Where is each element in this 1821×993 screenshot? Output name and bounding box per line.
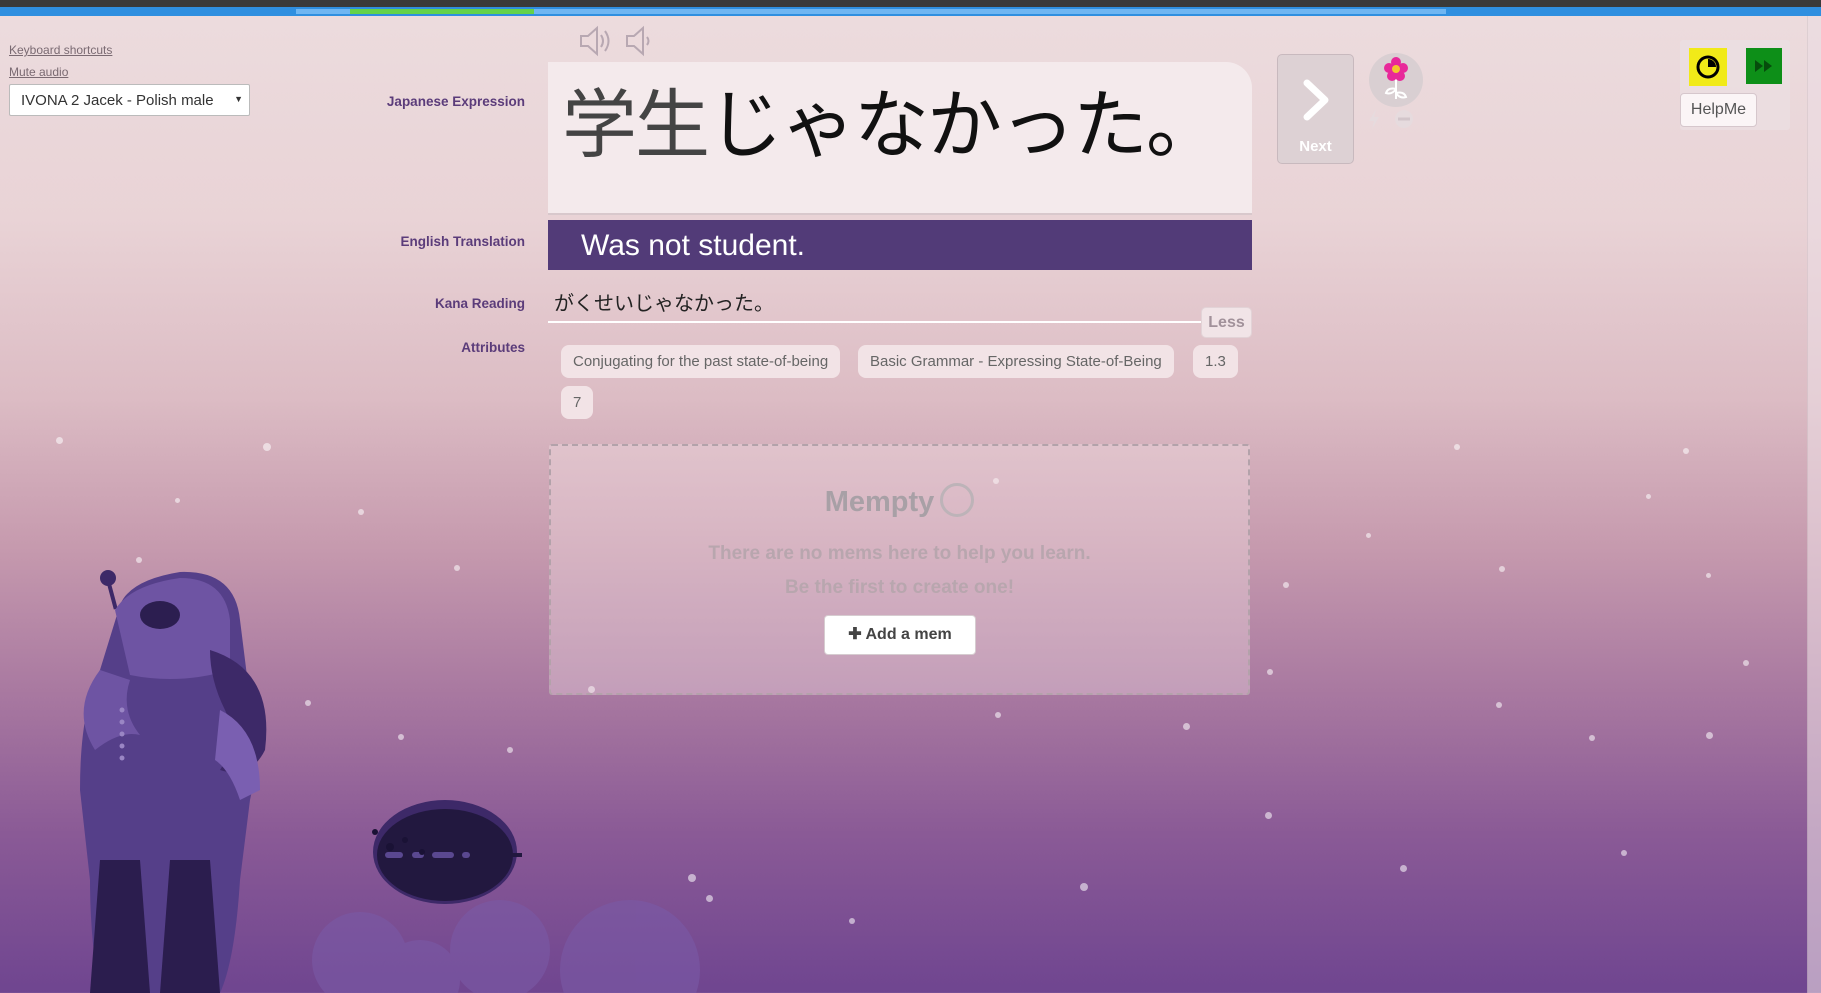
audio-controls xyxy=(578,24,654,58)
plus-icon: ✚ xyxy=(848,626,862,643)
add-mem-button[interactable]: ✚ Add a mem xyxy=(824,615,976,655)
japanese-kana: じゃなかった。 xyxy=(708,81,1221,169)
skip-button[interactable] xyxy=(1746,48,1782,84)
session-progress-bar xyxy=(0,7,1821,16)
attribute-tag: Conjugating for the past state-of-being xyxy=(561,345,841,378)
add-mem-label: Add a mem xyxy=(865,626,952,643)
english-translation-text: Was not student. xyxy=(581,229,806,262)
japanese-expression-text: 学生じゃなかった。 xyxy=(562,84,1238,167)
speaker-loud-icon[interactable] xyxy=(578,24,614,58)
less-button[interactable]: Less xyxy=(1201,307,1252,338)
minus-circle-icon[interactable] xyxy=(1393,108,1415,135)
timer-button[interactable] xyxy=(1689,48,1727,86)
robot-mascot-illustration xyxy=(60,560,760,993)
mute-audio-link[interactable]: Mute audio xyxy=(9,65,68,79)
page-scrollbar[interactable] xyxy=(1807,16,1821,993)
browser-top-strip xyxy=(0,0,1821,7)
progress-fill xyxy=(350,9,534,14)
attribute-tag: 1.3 xyxy=(1193,345,1238,378)
english-translation-bar: Was not student. xyxy=(548,220,1252,270)
flower-icon xyxy=(1369,53,1423,107)
attribute-tag: Basic Grammar - Expressing State-of-Bein… xyxy=(858,345,1174,378)
attribute-tag: 7 xyxy=(561,386,594,419)
mems-title: Mempty xyxy=(551,483,1248,520)
chevron-right-icon xyxy=(1303,79,1329,121)
japanese-expression-card: 学生じゃなかった。 xyxy=(548,62,1252,215)
label-japanese-expression: Japanese Expression xyxy=(386,94,525,109)
keyboard-shortcuts-link[interactable]: Keyboard shortcuts xyxy=(9,43,112,57)
label-attributes: Attributes xyxy=(461,340,525,355)
mini-action-icons xyxy=(1367,108,1415,135)
japanese-kanji: 学生 xyxy=(562,81,710,169)
chevron-down-icon: ▼ xyxy=(234,94,243,104)
mems-title-text: Mempty xyxy=(824,486,935,518)
timer-icon xyxy=(1696,55,1720,79)
voice-select[interactable]: IVONA 2 Jacek - Polish male ▼ xyxy=(9,84,250,116)
label-english-translation: English Translation xyxy=(400,234,525,249)
sad-face-icon xyxy=(940,483,975,518)
label-kana-reading: Kana Reading xyxy=(434,296,525,311)
lightning-icon[interactable] xyxy=(1367,108,1381,135)
voice-select-value: IVONA 2 Jacek - Polish male xyxy=(21,92,214,109)
kana-reading-text: がくせいじゃなかった。 xyxy=(554,291,774,315)
next-label: Next xyxy=(1299,138,1332,155)
kana-reading-row: がくせいじゃなかった。 xyxy=(548,283,1252,323)
speaker-soft-icon[interactable] xyxy=(624,24,654,58)
helpme-button[interactable]: HelpMe xyxy=(1680,93,1757,127)
fast-forward-icon xyxy=(1755,60,1772,72)
next-button[interactable]: Next xyxy=(1277,54,1354,164)
